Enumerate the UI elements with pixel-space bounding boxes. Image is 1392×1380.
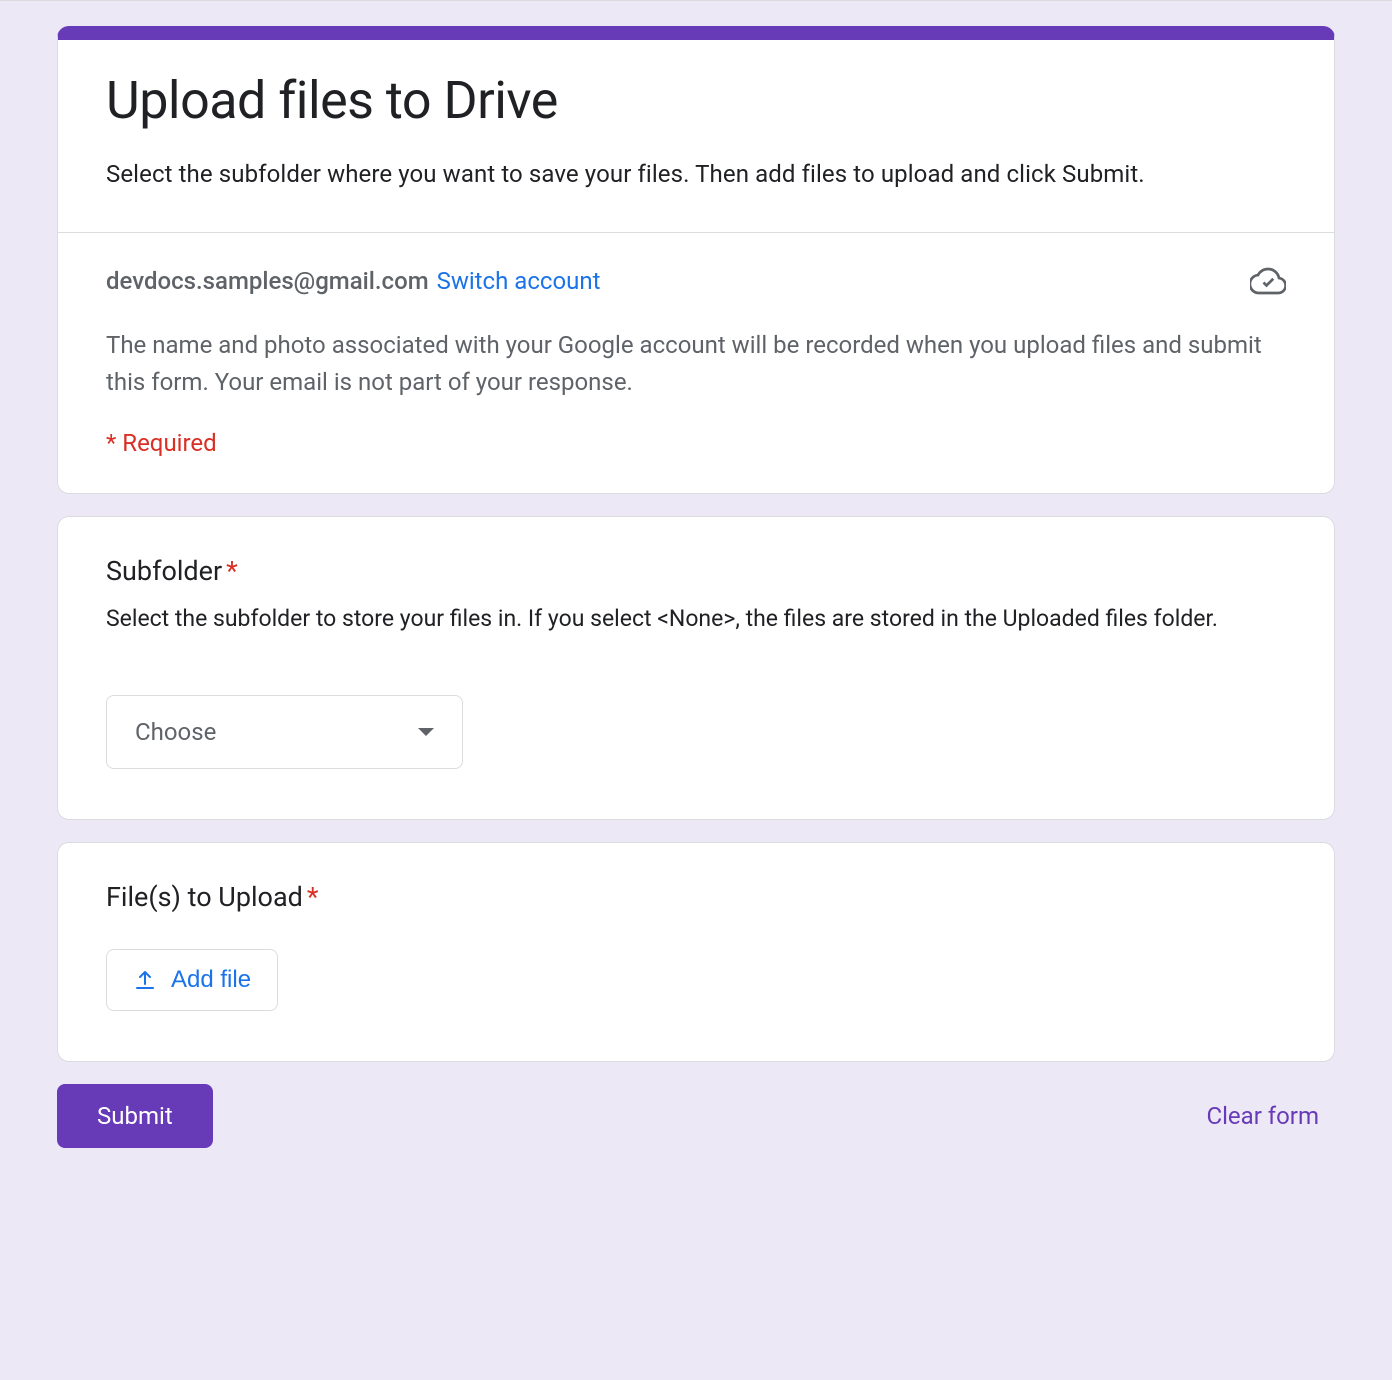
upload-icon xyxy=(133,968,157,992)
subfolder-question-description: Select the subfolder to store your files… xyxy=(106,601,1286,637)
upload-question-card: File(s) to Upload* Add file xyxy=(57,842,1335,1062)
required-asterisk: * xyxy=(307,881,319,913)
add-file-label: Add file xyxy=(171,966,251,994)
question-label: Subfolder xyxy=(106,555,222,587)
add-file-button[interactable]: Add file xyxy=(106,949,278,1011)
switch-account-link[interactable]: Switch account xyxy=(437,267,601,295)
subfolder-question-card: Subfolder* Select the subfolder to store… xyxy=(57,516,1335,820)
cloud-done-icon xyxy=(1250,263,1286,299)
header-section: Upload files to Drive Select the subfold… xyxy=(58,40,1334,232)
actions-row: Submit Clear form xyxy=(57,1084,1335,1148)
account-row: devdocs.samples@gmail.com Switch account xyxy=(106,263,1286,299)
clear-form-button[interactable]: Clear form xyxy=(1206,1102,1319,1130)
required-asterisk: * xyxy=(226,555,238,587)
privacy-notice: The name and photo associated with your … xyxy=(106,327,1286,401)
dropdown-label: Choose xyxy=(135,718,216,746)
header-card: Upload files to Drive Select the subfold… xyxy=(57,26,1335,494)
subfolder-question-title: Subfolder* xyxy=(106,555,1286,587)
form-title: Upload files to Drive xyxy=(106,70,1286,132)
subfolder-dropdown[interactable]: Choose xyxy=(106,695,463,769)
required-indicator: * Required xyxy=(106,429,1286,457)
form-container: Upload files to Drive Select the subfold… xyxy=(57,26,1335,1148)
chevron-down-icon xyxy=(418,728,434,736)
upload-question-title: File(s) to Upload* xyxy=(106,881,1286,913)
form-description: Select the subfolder where you want to s… xyxy=(106,156,1286,193)
account-email: devdocs.samples@gmail.com xyxy=(106,267,429,295)
account-info: devdocs.samples@gmail.com Switch account xyxy=(106,263,600,299)
question-label: File(s) to Upload xyxy=(106,881,303,913)
account-section: devdocs.samples@gmail.com Switch account… xyxy=(58,233,1334,493)
submit-button[interactable]: Submit xyxy=(57,1084,213,1148)
